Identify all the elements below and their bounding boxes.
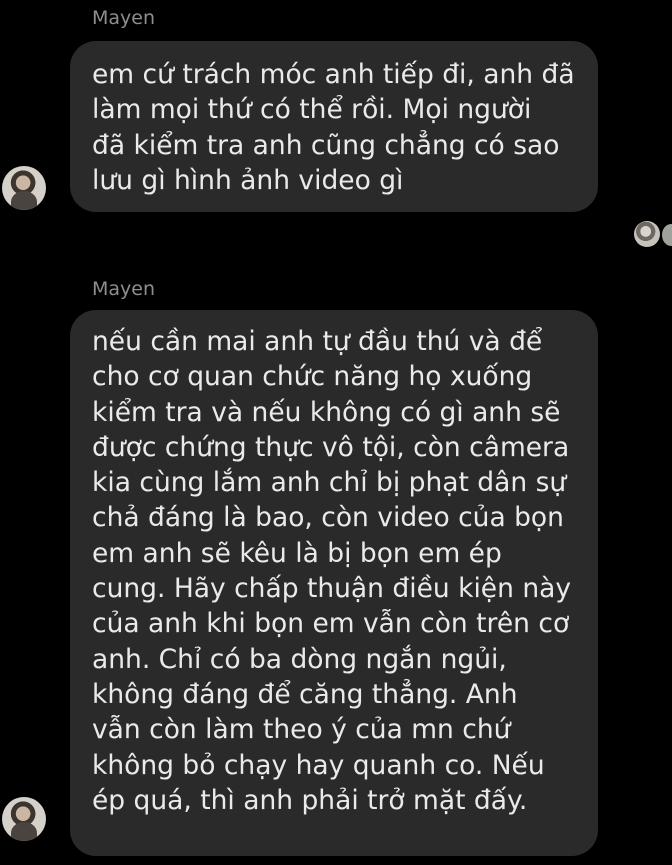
message-bubble[interactable]: em cứ trách móc anh tiếp đi, anh đã làm …: [70, 41, 598, 212]
sender-avatar[interactable]: [2, 797, 46, 841]
message-bubble[interactable]: nếu cần mai anh tự đầu thú và để cho cơ …: [70, 310, 598, 856]
sender-name: Mayen: [92, 7, 156, 29]
sender-avatar[interactable]: [2, 166, 46, 210]
read-receipt-avatar: [662, 224, 672, 246]
read-receipt-avatar: [634, 221, 660, 247]
sender-name: Mayen: [92, 278, 156, 300]
